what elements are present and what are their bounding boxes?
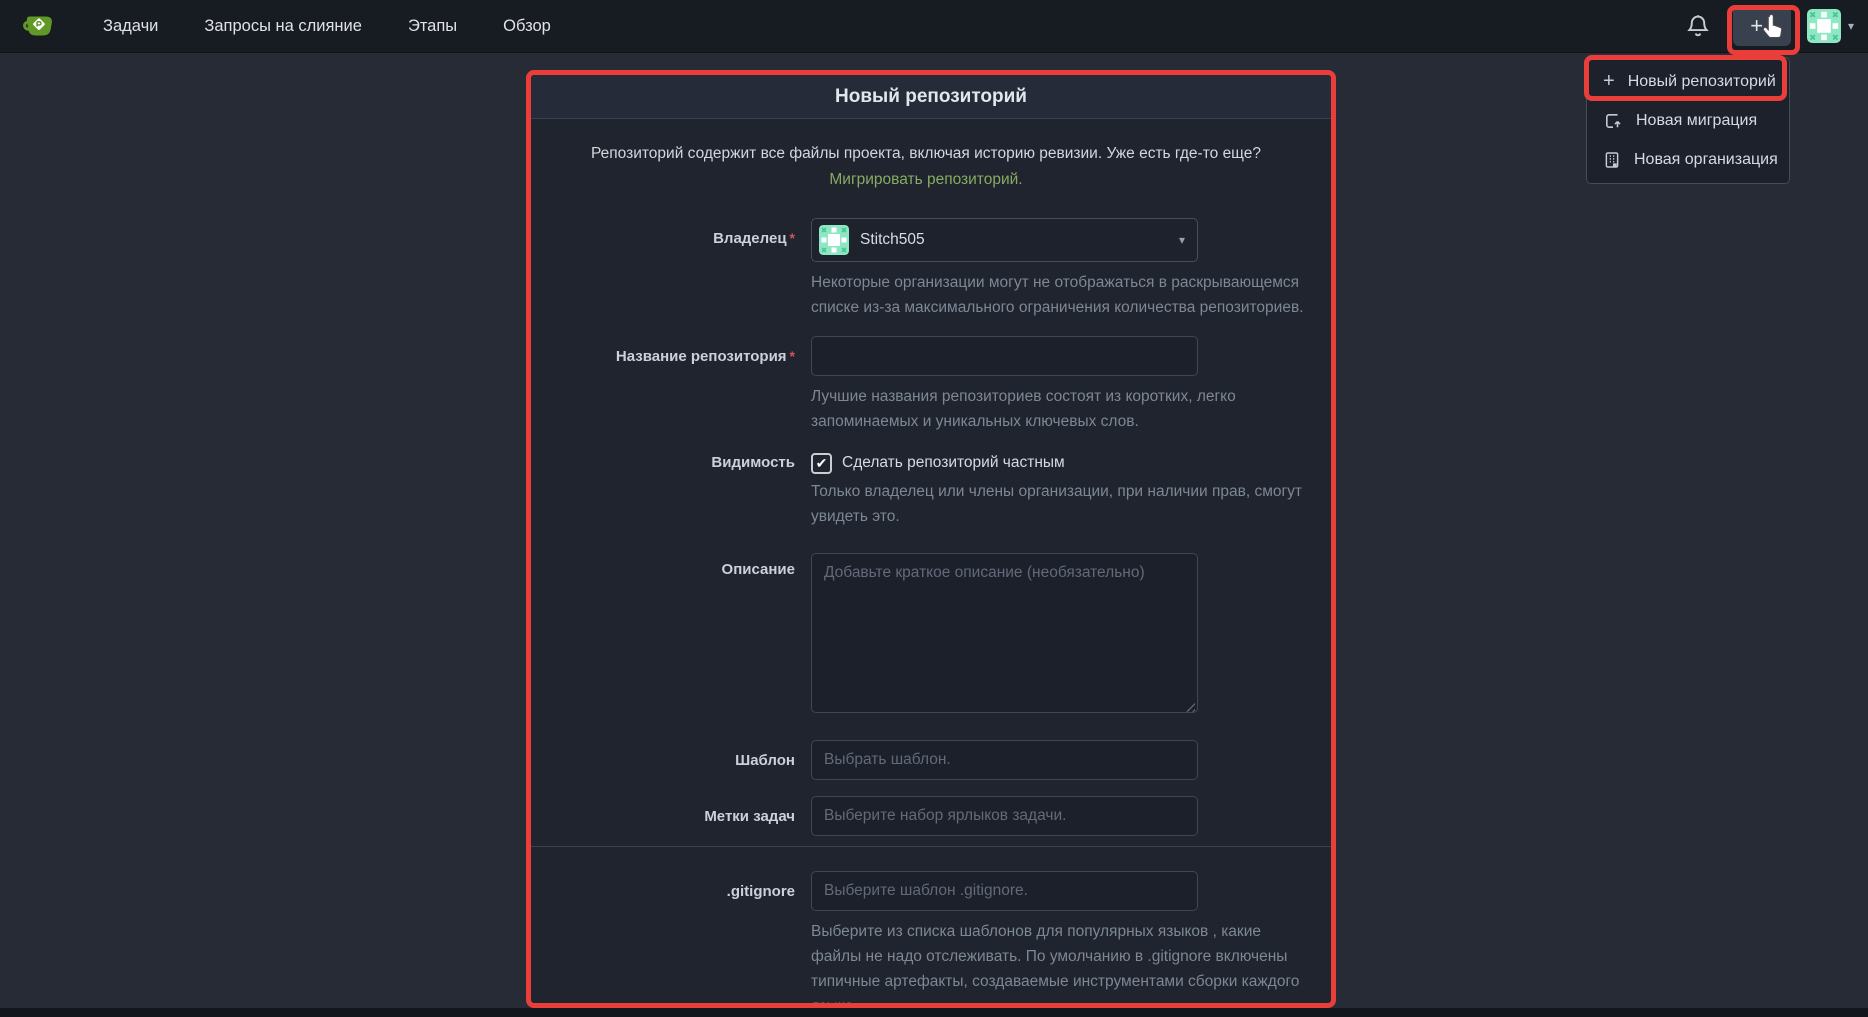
private-checkbox[interactable]: ✔ [811, 453, 832, 474]
create-new-dropdown-menu: + Новый репозиторий Новая миграция Новая… [1586, 57, 1790, 184]
new-repository-form: Новый репозиторий Репозиторий содержит в… [526, 70, 1336, 1008]
repo-name-input[interactable] [811, 336, 1198, 376]
gitea-logo-icon[interactable] [21, 9, 55, 43]
notifications-bell-icon[interactable] [1685, 13, 1711, 39]
issue-labels-row: Метки задач [545, 796, 1307, 836]
top-navbar: Задачи Запросы на слияние Этапы Обзор + … [0, 0, 1868, 53]
user-avatar [1807, 9, 1841, 43]
migration-icon [1603, 111, 1623, 131]
private-checkbox-label: Сделать репозиторий частным [842, 454, 1065, 472]
section-divider [531, 846, 1331, 847]
description-label: Описание [545, 553, 795, 578]
organization-icon [1603, 150, 1621, 170]
issue-labels-input[interactable] [811, 796, 1198, 836]
owner-help-text: Некоторые организации могут не отображат… [811, 270, 1307, 320]
gitignore-help-text: Выберите из списка шаблонов для популярн… [811, 919, 1307, 1008]
owner-label: Владелец* [545, 218, 795, 247]
menu-item-label: Новый репозиторий [1628, 73, 1776, 91]
issue-labels-label: Метки задач [545, 796, 795, 825]
chevron-down-icon: ▾ [1848, 19, 1854, 33]
menu-item-new-migration[interactable]: Новая миграция [1587, 101, 1789, 140]
mouse-cursor-icon [1759, 13, 1786, 43]
menu-item-new-organization[interactable]: Новая организация [1587, 140, 1789, 179]
repo-name-label-text: Название репозитория [616, 348, 787, 365]
menu-item-new-repository[interactable]: + Новый репозиторий [1587, 62, 1789, 101]
gitignore-row: .gitignore Выберите из списка шаблонов д… [545, 871, 1307, 1008]
owner-selected-value: Stitch505 [860, 231, 925, 249]
repo-name-label: Название репозитория* [545, 336, 795, 365]
template-label: Шаблон [545, 740, 795, 769]
visibility-help-text: Только владелец или члены организации, п… [811, 479, 1307, 529]
repo-name-help-text: Лучшие названия репозиториев состоят из … [811, 384, 1307, 434]
owner-row: Владелец* Stitc [545, 218, 1307, 320]
owner-label-text: Владелец [713, 230, 786, 247]
template-row: Шаблон [545, 740, 1307, 780]
description-textarea[interactable] [811, 553, 1198, 713]
gitignore-input[interactable] [811, 871, 1198, 911]
bottom-page-strip [0, 1008, 1868, 1017]
repo-name-row: Название репозитория* Лучшие названия ре… [545, 336, 1307, 434]
chevron-down-icon: ▾ [1179, 233, 1185, 247]
form-header: Новый репозиторий [531, 75, 1331, 119]
nav-item-pull-requests[interactable]: Запросы на слияние [204, 17, 362, 36]
owner-select[interactable]: Stitch505 ▾ [811, 218, 1198, 262]
description-row: Описание [545, 553, 1307, 718]
nav-item-issues[interactable]: Задачи [103, 17, 158, 36]
create-new-button[interactable]: + ▾ [1733, 6, 1791, 46]
required-marker: * [790, 348, 795, 364]
form-body: Репозиторий содержит все файлы проекта, … [531, 119, 1331, 1008]
nav-item-milestones[interactable]: Этапы [408, 17, 457, 36]
intro-text-main: Репозиторий содержит все файлы проекта, … [591, 145, 1261, 162]
plus-icon: + [1603, 72, 1615, 92]
navbar-right: + ▾ ▾ [1685, 6, 1854, 46]
template-input[interactable] [811, 740, 1198, 780]
intro-text: Репозиторий содержит все файлы проекта, … [555, 141, 1297, 192]
nav-links: Задачи Запросы на слияние Этапы Обзор [103, 17, 551, 36]
menu-item-label: Новая организация [1634, 151, 1778, 169]
migrate-repository-link[interactable]: Мигрировать репозиторий. [829, 171, 1022, 188]
user-menu-button[interactable]: ▾ [1807, 9, 1854, 43]
page-title: Новый репозиторий [835, 86, 1027, 108]
check-icon: ✔ [816, 456, 828, 470]
required-marker: * [790, 230, 795, 246]
visibility-checkbox-line: ✔ Сделать репозиторий частным [811, 451, 1307, 474]
nav-item-explore[interactable]: Обзор [503, 17, 551, 36]
visibility-row: Видимость ✔ Сделать репозиторий частным … [545, 451, 1307, 529]
menu-item-label: Новая миграция [1636, 112, 1757, 130]
visibility-label: Видимость [545, 451, 795, 471]
owner-avatar [819, 225, 849, 255]
gitignore-label: .gitignore [545, 871, 795, 900]
